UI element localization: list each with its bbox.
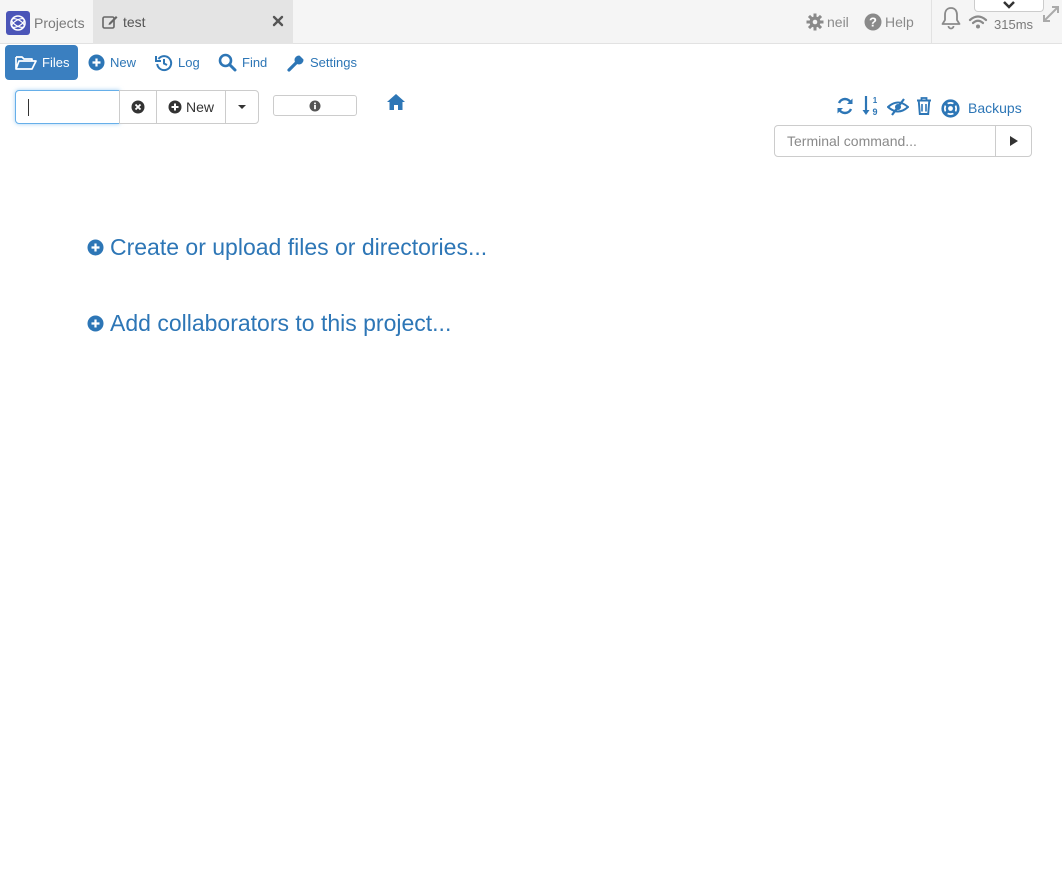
tab-new-label: New [110, 55, 137, 70]
tab-settings[interactable]: Settings [277, 45, 367, 80]
tab-find-label: Find [242, 55, 268, 70]
sort-numeric-icon[interactable]: 19 [862, 95, 880, 117]
tab-find[interactable]: Find [208, 45, 277, 80]
info-button[interactable] [273, 95, 357, 116]
plus-circle-icon [87, 239, 104, 256]
help-label: Help [885, 14, 914, 30]
ping-time: 315ms [994, 17, 1034, 32]
plus-circle-icon [87, 315, 104, 332]
close-icon[interactable] [271, 14, 285, 28]
tab-test[interactable]: test [93, 0, 293, 44]
create-files-link[interactable]: Create or upload files or directories... [87, 232, 487, 262]
info-icon [309, 100, 321, 112]
trash-icon[interactable] [916, 97, 932, 115]
file-search-input[interactable] [15, 90, 120, 124]
backups-button[interactable]: Backups [941, 96, 1022, 120]
new-file-button[interactable]: New [156, 90, 226, 124]
backups-label: Backups [968, 100, 1022, 116]
wrench-icon [287, 54, 305, 72]
svg-text:9: 9 [872, 107, 877, 117]
tab-files[interactable]: Files [5, 45, 78, 80]
tab-log-label: Log [178, 55, 200, 70]
tab-title: test [123, 14, 146, 30]
caret-down-icon [237, 104, 247, 110]
chevron-down-icon [1002, 0, 1016, 11]
tab-settings-label: Settings [310, 55, 357, 70]
tab-files-label: Files [42, 55, 70, 70]
projects-label: Projects [34, 15, 85, 31]
edit-icon [101, 13, 119, 31]
question-circle-icon: ? [864, 13, 882, 31]
run-command-button[interactable] [995, 125, 1032, 157]
plus-circle-icon [168, 100, 182, 114]
search-icon [218, 53, 237, 72]
gear-icon [806, 13, 824, 31]
new-file-label: New [185, 99, 214, 115]
refresh-icon[interactable] [836, 96, 854, 116]
bell-icon[interactable] [940, 6, 962, 30]
svg-text:?: ? [869, 15, 877, 30]
collapse-button[interactable] [974, 0, 1044, 12]
logo-icon [6, 11, 30, 35]
add-collaborators-label: Add collaborators to this project... [110, 309, 452, 336]
top-bar: Projects test neil ? Help 315ms [0, 0, 1062, 44]
user-name: neil [827, 14, 849, 30]
create-files-label: Create or upload files or directories... [110, 233, 488, 260]
tab-new[interactable]: New [78, 45, 146, 80]
divider [931, 0, 932, 44]
tab-log[interactable]: Log [145, 45, 210, 80]
terminal-command-input[interactable] [774, 125, 996, 157]
life-ring-icon [941, 98, 960, 118]
eye-slash-icon[interactable] [887, 98, 909, 116]
times-circle-icon [131, 100, 145, 114]
folder-open-icon [15, 55, 37, 71]
svg-text:1: 1 [873, 96, 878, 105]
project-nav: Files New Log Find Settings [0, 44, 1062, 82]
account-button[interactable]: neil [806, 0, 849, 44]
clear-search-button[interactable] [119, 90, 157, 124]
home-icon[interactable] [386, 93, 406, 111]
projects-button[interactable]: Projects [6, 10, 85, 36]
text-cursor [28, 99, 29, 116]
help-button[interactable]: ? Help [864, 0, 914, 44]
play-icon [1009, 135, 1019, 147]
history-icon [155, 54, 173, 72]
expand-icon[interactable] [1042, 5, 1060, 23]
new-file-dropdown-button[interactable] [225, 90, 259, 124]
wifi-icon[interactable] [968, 14, 988, 30]
plus-circle-icon [88, 54, 105, 71]
add-collaborators-link[interactable]: Add collaborators to this project... [87, 308, 451, 338]
